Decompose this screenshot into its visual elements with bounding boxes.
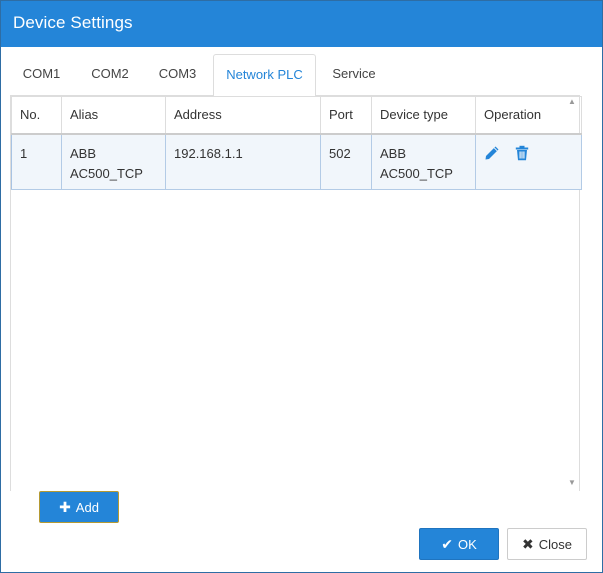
tab-com1[interactable]: COM1: [10, 54, 73, 96]
cell-port: 502: [320, 133, 372, 190]
cell-device-type-line1: ABB: [380, 145, 407, 161]
cell-device-type-line2: AC500_TCP: [380, 165, 453, 181]
ok-button[interactable]: ✔ OK: [419, 528, 499, 560]
cell-no: 1: [11, 133, 62, 190]
device-table: No. Alias Address Port Device type Opera…: [11, 96, 582, 190]
tab-bar: COM1 COM2 COM3 Network PLC Service: [10, 54, 580, 97]
tab-com2[interactable]: COM2: [78, 54, 142, 96]
scroll-down-arrow-icon[interactable]: ▼: [567, 479, 577, 487]
column-header-operation[interactable]: Operation: [475, 96, 582, 135]
add-button[interactable]: ✚ Add: [39, 491, 119, 523]
plus-icon: ✚: [59, 499, 71, 515]
table-header-row: No. Alias Address Port Device type Opera…: [11, 96, 582, 135]
checkmark-icon: ✔: [441, 536, 453, 552]
tab-service[interactable]: Service: [322, 54, 386, 96]
add-button-label: Add: [75, 499, 99, 515]
cell-alias-line2: AC500_TCP: [70, 165, 143, 181]
tab-com3[interactable]: COM3: [146, 54, 209, 96]
cell-alias: ABB AC500_TCP: [61, 133, 166, 190]
cell-address: 192.168.1.1: [165, 133, 321, 190]
cell-operation: [475, 133, 582, 190]
edit-icon[interactable]: [484, 145, 502, 163]
dialog-title-bar[interactable]: Device Settings: [1, 1, 602, 47]
close-icon: ✖: [522, 536, 534, 552]
ok-button-label: OK: [457, 536, 477, 552]
cell-device-type: ABB AC500_TCP: [371, 133, 476, 190]
delete-icon[interactable]: [514, 145, 532, 163]
cell-alias-line1: ABB: [70, 145, 97, 161]
device-settings-dialog: Device Settings COM1 COM2 COM3 Network P…: [0, 0, 603, 573]
table-row[interactable]: 1 ABB AC500_TCP 192.168.1.1 502 ABB AC50…: [11, 133, 582, 190]
scroll-up-arrow-icon[interactable]: ▲: [567, 98, 577, 106]
column-header-no[interactable]: No.: [11, 96, 62, 135]
column-header-address[interactable]: Address: [165, 96, 321, 135]
column-header-device-type[interactable]: Device type: [371, 96, 476, 135]
column-header-alias[interactable]: Alias: [61, 96, 166, 135]
device-table-container[interactable]: No. Alias Address Port Device type Opera…: [10, 96, 582, 491]
close-button[interactable]: ✖ Close: [507, 528, 587, 560]
tab-network-plc[interactable]: Network PLC: [213, 54, 316, 97]
dialog-title: Device Settings: [13, 13, 133, 32]
column-header-port[interactable]: Port: [320, 96, 372, 135]
close-button-label: Close: [538, 536, 572, 552]
